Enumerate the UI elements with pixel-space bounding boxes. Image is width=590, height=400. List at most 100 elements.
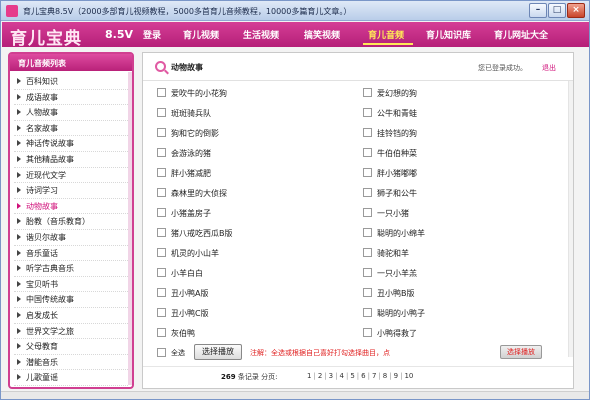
track-label[interactable]: 丑小鸭C版 — [171, 308, 209, 319]
track-checkbox[interactable] — [157, 108, 166, 117]
nav-knowledge-base[interactable]: 育儿知识库 — [426, 28, 471, 41]
track-label[interactable]: 猪八戒吃西瓜B版 — [171, 228, 233, 239]
track-checkbox[interactable] — [157, 188, 166, 197]
track-checkbox[interactable] — [363, 228, 372, 237]
sidebar-item[interactable]: 启发成长 — [14, 308, 128, 324]
track-item[interactable]: 狮子和公牛 — [363, 186, 553, 202]
track-checkbox[interactable] — [157, 148, 166, 157]
close-button[interactable]: × — [567, 3, 585, 18]
track-item[interactable]: 胖小猪减肥 — [157, 166, 347, 182]
track-label[interactable]: 会游泳的猪 — [171, 148, 211, 159]
track-item[interactable]: 小鸭得救了 — [363, 326, 553, 342]
page-link[interactable]: 9 — [394, 372, 398, 380]
play-selected-button[interactable]: 选择播放 — [194, 344, 242, 360]
track-label[interactable]: 斑斑骑兵队 — [171, 108, 211, 119]
page-link[interactable]: 4 — [339, 372, 343, 380]
track-label[interactable]: 一只小猪 — [377, 208, 409, 219]
track-label[interactable]: 胖小猪减肥 — [171, 168, 211, 179]
track-checkbox[interactable] — [157, 228, 166, 237]
page-link[interactable]: 7 — [372, 372, 376, 380]
page-link[interactable]: 1 — [307, 372, 311, 380]
track-checkbox[interactable] — [157, 328, 166, 337]
track-item[interactable]: 丑小鸭A版 — [157, 286, 347, 302]
maximize-button[interactable]: □ — [548, 3, 566, 18]
track-item[interactable]: 挂铃铛的狗 — [363, 126, 553, 142]
track-label[interactable]: 胖小猪嘟嘟 — [377, 168, 417, 179]
track-label[interactable]: 狮子和公牛 — [377, 188, 417, 199]
track-checkbox[interactable] — [157, 168, 166, 177]
sidebar-item[interactable]: 神话传说故事 — [14, 136, 128, 152]
track-label[interactable]: 牛伯伯种菜 — [377, 148, 417, 159]
track-label[interactable]: 灰伯鸭 — [171, 328, 195, 339]
title-bar[interactable]: 育儿宝典8.5V（2000多部育儿视频教程，5000多首育儿音频教程，10000… — [1, 1, 589, 21]
page-link[interactable]: 8 — [383, 372, 387, 380]
track-checkbox[interactable] — [363, 288, 372, 297]
sidebar-item[interactable]: 谐贝尔故事 — [14, 230, 128, 246]
sidebar-item[interactable]: 名家故事 — [14, 121, 128, 137]
sidebar-item[interactable]: 其他精品故事 — [14, 152, 128, 168]
track-label[interactable]: 小羊白白 — [171, 268, 203, 279]
track-item[interactable]: 丑小鸭C版 — [157, 306, 347, 322]
track-checkbox[interactable] — [363, 248, 372, 257]
track-checkbox[interactable] — [363, 188, 372, 197]
sidebar-item[interactable]: 诗词学习 — [14, 183, 128, 199]
nav-funny-video[interactable]: 搞笑视频 — [304, 28, 340, 41]
track-label[interactable]: 小猪盖房子 — [171, 208, 211, 219]
track-checkbox[interactable] — [157, 128, 166, 137]
track-label[interactable]: 骑驼和羊 — [377, 248, 409, 259]
page-link[interactable]: 2 — [318, 372, 322, 380]
track-item[interactable]: 小猪盖房子 — [157, 206, 347, 222]
sidebar-item[interactable]: 人物故事 — [14, 105, 128, 121]
track-label[interactable]: 聪明的小绵羊 — [377, 228, 425, 239]
sidebar-item[interactable]: 父母教育 — [14, 339, 128, 355]
track-checkbox[interactable] — [363, 268, 372, 277]
track-label[interactable]: 狗和它的倒影 — [171, 128, 219, 139]
page-link[interactable]: 5 — [350, 372, 354, 380]
track-checkbox[interactable] — [363, 128, 372, 137]
track-item[interactable]: 牛伯伯种菜 — [363, 146, 553, 162]
sidebar-item[interactable]: 胎教（音乐教育） — [14, 214, 128, 230]
track-label[interactable]: 丑小鸭B版 — [377, 288, 415, 299]
sidebar-item[interactable]: 世界文学之旅 — [14, 324, 128, 340]
track-item[interactable]: 森林里的大侦探 — [157, 186, 347, 202]
track-label[interactable]: 森林里的大侦探 — [171, 188, 227, 199]
track-checkbox[interactable] — [157, 288, 166, 297]
track-item[interactable]: 灰伯鸭 — [157, 326, 347, 342]
track-item[interactable]: 聪明的小鸭子 — [363, 306, 553, 322]
track-label[interactable]: 爱吹牛的小花狗 — [171, 88, 227, 99]
sidebar-scrollbar[interactable] — [128, 72, 132, 385]
sidebar-item[interactable]: 中国传统故事 — [14, 292, 128, 308]
track-checkbox[interactable] — [157, 88, 166, 97]
track-label[interactable]: 一只小羊羔 — [377, 268, 417, 279]
track-item[interactable]: 一只小羊羔 — [363, 266, 553, 282]
track-label[interactable]: 爱幻想的狗 — [377, 88, 417, 99]
page-link[interactable]: 3 — [329, 372, 333, 380]
nav-life-video[interactable]: 生活视频 — [243, 28, 279, 41]
page-link[interactable]: 6 — [361, 372, 365, 380]
track-checkbox[interactable] — [363, 148, 372, 157]
track-checkbox[interactable] — [363, 328, 372, 337]
track-item[interactable]: 小羊白白 — [157, 266, 347, 282]
track-item[interactable]: 骑驼和羊 — [363, 246, 553, 262]
track-label[interactable]: 挂铃铛的狗 — [377, 128, 417, 139]
track-checkbox[interactable] — [363, 88, 372, 97]
track-checkbox[interactable] — [157, 208, 166, 217]
sidebar-item[interactable]: 动物故事 — [14, 199, 128, 215]
sidebar-item[interactable]: 听学古典音乐 — [14, 261, 128, 277]
track-label[interactable]: 公牛和青蛙 — [377, 108, 417, 119]
track-item[interactable]: 胖小猪嘟嘟 — [363, 166, 553, 182]
track-label[interactable]: 小鸭得救了 — [377, 328, 417, 339]
logout-link[interactable]: 退出 — [542, 63, 556, 73]
nav-parenting-audio[interactable]: 育儿音频 — [368, 28, 404, 41]
track-checkbox[interactable] — [157, 308, 166, 317]
track-checkbox[interactable] — [363, 308, 372, 317]
select-all-checkbox[interactable] — [157, 348, 166, 357]
nav-login[interactable]: 登录 — [143, 28, 161, 41]
track-checkbox[interactable] — [157, 268, 166, 277]
minimize-button[interactable]: – — [529, 3, 547, 18]
track-item[interactable]: 爱幻想的狗 — [363, 86, 553, 102]
nav-parenting-video[interactable]: 育儿视频 — [183, 28, 219, 41]
sidebar-item[interactable]: 潜能音乐 — [14, 355, 128, 371]
track-checkbox[interactable] — [363, 108, 372, 117]
track-item[interactable]: 一只小猪 — [363, 206, 553, 222]
